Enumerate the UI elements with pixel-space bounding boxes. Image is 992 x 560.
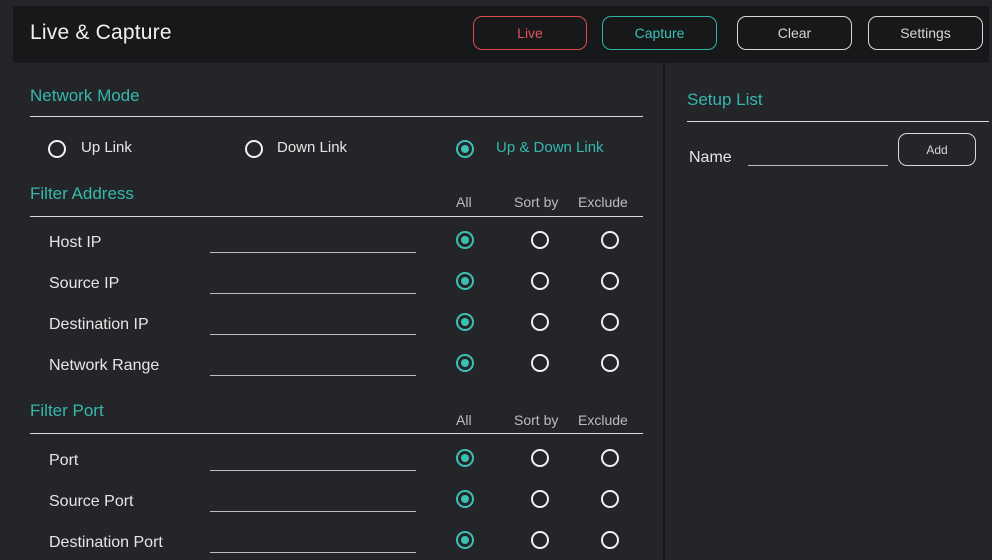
destination-port-all-radio[interactable] — [456, 531, 474, 549]
live-capture-window: Live & Capture Live Capture Clear Settin… — [13, 6, 989, 560]
port-sort-by-radio[interactable] — [531, 449, 549, 467]
host-ip-label: Host IP — [49, 234, 102, 251]
source-ip-label: Source IP — [49, 275, 120, 292]
port-input[interactable] — [210, 452, 416, 471]
setup-list-title: Setup List — [687, 90, 763, 109]
filter-port-divider — [30, 433, 643, 434]
host-ip-all-radio[interactable] — [456, 231, 474, 249]
radio-up-down-link[interactable] — [456, 140, 474, 158]
network-range-label: Network Range — [49, 357, 160, 374]
setup-name-input[interactable] — [748, 147, 888, 166]
filter-port-title: Filter Port — [30, 401, 104, 420]
host-ip-input[interactable] — [210, 234, 416, 253]
col-all: All — [456, 194, 472, 210]
port-label: Port — [49, 452, 79, 469]
source-port-all-radio[interactable] — [456, 490, 474, 508]
filter-address-title: Filter Address — [30, 184, 134, 203]
col-sort-by: Sort by — [514, 194, 559, 210]
port-col-exclude: Exclude — [578, 412, 628, 428]
port-col-sort-by: Sort by — [514, 412, 559, 428]
destination-ip-all-radio[interactable] — [456, 313, 474, 331]
destination-port-input[interactable] — [210, 534, 416, 553]
setup-name-label: Name — [689, 149, 732, 166]
network-range-exclude-radio[interactable] — [601, 354, 619, 372]
filter-panel: Network Mode Up Link Down Link Up & Down… — [13, 63, 663, 560]
title-bar: Live & Capture Live Capture Clear Settin… — [13, 6, 989, 63]
destination-port-label: Destination Port — [49, 534, 163, 551]
destination-ip-label: Destination IP — [49, 316, 149, 333]
host-ip-exclude-radio[interactable] — [601, 231, 619, 249]
settings-button[interactable]: Settings — [868, 16, 983, 50]
col-exclude: Exclude — [578, 194, 628, 210]
destination-ip-sort-by-radio[interactable] — [531, 313, 549, 331]
up-link-label: Up Link — [81, 139, 132, 156]
live-button[interactable]: Live — [473, 16, 587, 50]
source-port-input[interactable] — [210, 493, 416, 512]
host-ip-sort-by-radio[interactable] — [531, 231, 549, 249]
up-down-link-label: Up & Down Link — [496, 139, 604, 156]
destination-ip-input[interactable] — [210, 316, 416, 335]
source-port-exclude-radio[interactable] — [601, 490, 619, 508]
port-col-all: All — [456, 412, 472, 428]
destination-ip-exclude-radio[interactable] — [601, 313, 619, 331]
network-mode-title: Network Mode — [30, 86, 140, 105]
source-ip-exclude-radio[interactable] — [601, 272, 619, 290]
port-all-radio[interactable] — [456, 449, 474, 467]
add-button[interactable]: Add — [898, 133, 976, 166]
clear-button[interactable]: Clear — [737, 16, 852, 50]
down-link-label: Down Link — [277, 139, 348, 156]
network-range-sort-by-radio[interactable] — [531, 354, 549, 372]
source-ip-input[interactable] — [210, 275, 416, 294]
app-title: Live & Capture — [30, 21, 172, 44]
filter-address-divider — [30, 216, 643, 217]
port-exclude-radio[interactable] — [601, 449, 619, 467]
network-range-all-radio[interactable] — [456, 354, 474, 372]
source-ip-all-radio[interactable] — [456, 272, 474, 290]
capture-button[interactable]: Capture — [602, 16, 717, 50]
destination-port-exclude-radio[interactable] — [601, 531, 619, 549]
setup-list-divider — [687, 121, 989, 122]
radio-down-link[interactable] — [245, 140, 263, 158]
network-mode-divider — [30, 116, 643, 117]
radio-up-link[interactable] — [48, 140, 66, 158]
network-range-input[interactable] — [210, 357, 416, 376]
setup-list-panel: Setup List Name Add — [665, 63, 989, 560]
source-port-sort-by-radio[interactable] — [531, 490, 549, 508]
source-ip-sort-by-radio[interactable] — [531, 272, 549, 290]
destination-port-sort-by-radio[interactable] — [531, 531, 549, 549]
source-port-label: Source Port — [49, 493, 134, 510]
